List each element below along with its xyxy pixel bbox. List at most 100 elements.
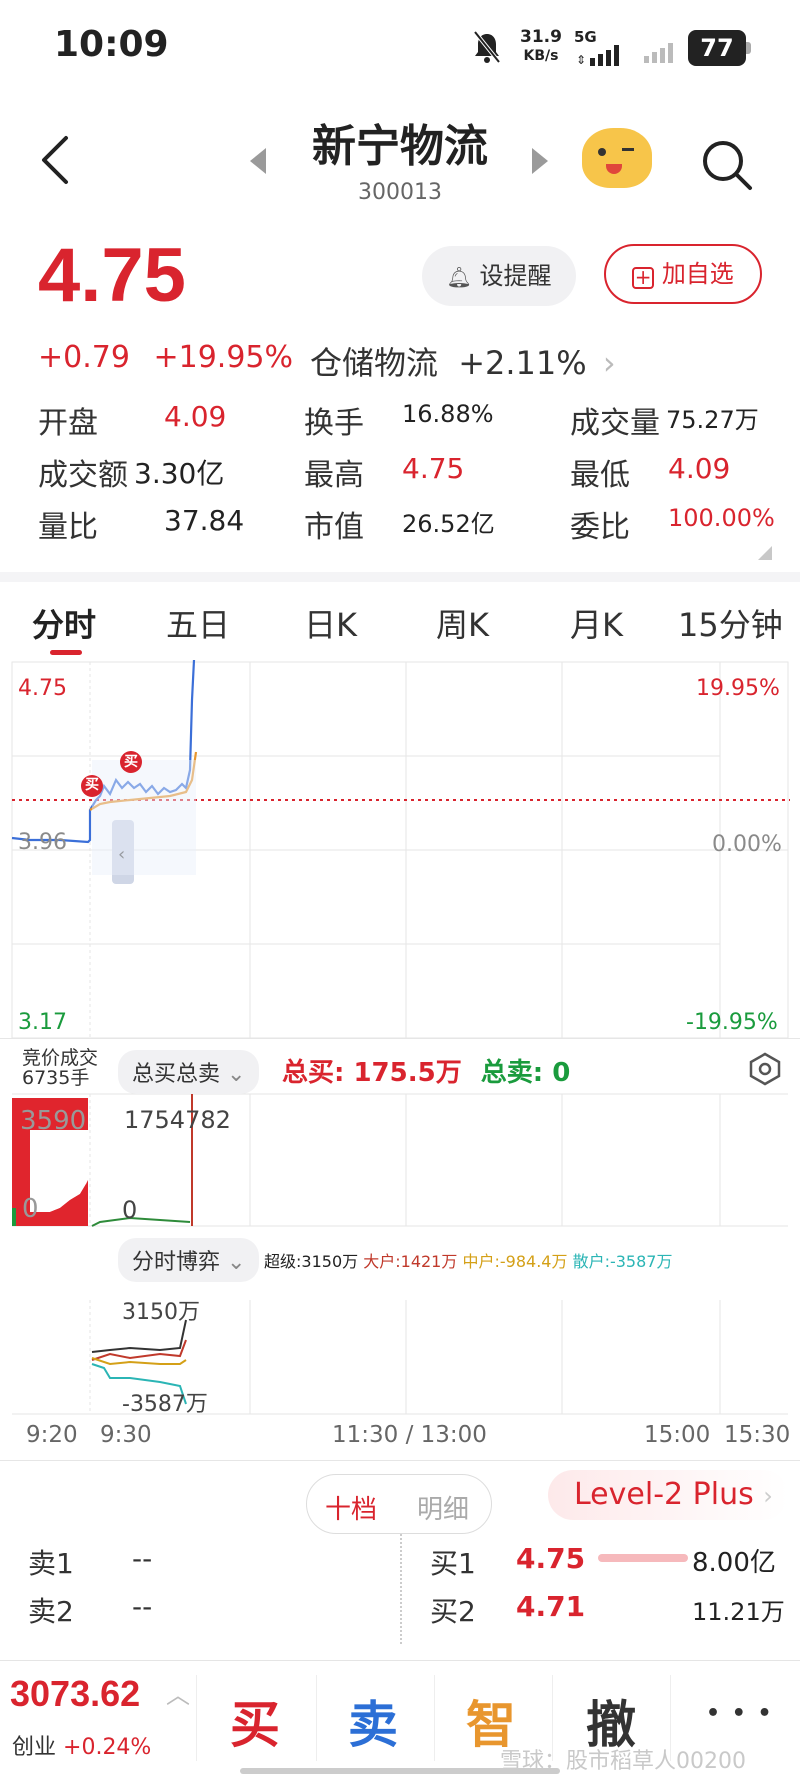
change-pct: +19.95%: [153, 340, 294, 375]
sector-link[interactable]: 仓储物流 +2.11% ›: [310, 338, 616, 384]
stat-label: 委比: [570, 510, 630, 545]
time-axis-1530: 15:30: [724, 1422, 791, 1448]
y-top-price: 4.75: [18, 676, 67, 701]
orderbook-divider: [400, 1534, 402, 1644]
sector-change: +2.11%: [458, 344, 587, 382]
index-name: 创业: [12, 1735, 57, 1760]
bid2-price: 4.71: [516, 1590, 586, 1623]
flow-large-label: 大户:: [363, 1252, 401, 1271]
flow-y-max: 3150万: [122, 1300, 200, 1325]
flow-y-min: -3587万: [122, 1392, 208, 1417]
auction-volume: 6735手: [22, 1067, 90, 1089]
next-stock-arrow-icon[interactable]: [530, 148, 550, 174]
stat-value: 75.27万: [666, 406, 759, 434]
plus-box-icon: +: [632, 267, 655, 289]
stat-label: 量比: [38, 510, 98, 545]
flow-legend: 超级:3150万 大户:1421万 中户:-984.4万 散户:-3587万: [264, 1248, 672, 1272]
stat-value: 4.09: [668, 452, 731, 485]
index-info: 创业 +0.24%: [12, 1729, 151, 1761]
signal-weak-icon: [644, 43, 673, 63]
tab-details[interactable]: 明细: [417, 1489, 469, 1526]
indicator-dropdown-total[interactable]: 总买总卖 ⌄: [118, 1050, 260, 1094]
y-bottom-pct: -19.95%: [686, 1010, 778, 1035]
bottom-trade-bar: 3073.62 ︿ 创业 +0.24% 买 卖 智 撤 • • • 雪球：股市稻…: [0, 1660, 800, 1778]
stat-label: 换手: [304, 406, 364, 441]
chevron-right-icon: ›: [602, 344, 616, 382]
time-axis-1130: 11:30 / 13:00: [332, 1422, 487, 1448]
stat-value: 26.52亿: [402, 510, 495, 538]
add-watchlist-button[interactable]: + 加自选: [604, 244, 762, 304]
sell-button[interactable]: 卖: [348, 1685, 398, 1757]
tab-intraday[interactable]: 分时: [32, 600, 96, 646]
status-time: 10:09: [54, 24, 169, 65]
flow-retail-label: 散户:: [572, 1252, 610, 1271]
total-buy-sell: 总买: 175.5万 总卖: 0: [282, 1052, 570, 1089]
level2-plus-button[interactable]: Level-2 Plus ›: [548, 1470, 788, 1520]
bell-icon: 🔔︎: [446, 265, 472, 289]
bar-divider: [316, 1675, 317, 1761]
tab-5day[interactable]: 五日: [166, 600, 230, 646]
tab-ten-levels[interactable]: 十档: [325, 1489, 377, 1526]
flow-mid-label: 中户:: [462, 1252, 500, 1271]
total-sell-label: 总卖:: [480, 1058, 544, 1088]
bar-divider: [434, 1675, 435, 1761]
current-price: 4.75: [38, 233, 186, 318]
home-indicator[interactable]: [240, 1768, 560, 1774]
y-top-pct: 19.95%: [696, 676, 780, 701]
search-icon[interactable]: [700, 138, 754, 192]
stat-label: 成交量: [570, 406, 660, 441]
index-value[interactable]: 3073.62: [10, 1673, 140, 1715]
mute-bell-icon: [473, 30, 501, 64]
active-tab-underline: [50, 650, 82, 655]
tab-15min[interactable]: 15分钟: [678, 600, 783, 646]
y-mid-price: 3.96: [18, 830, 67, 855]
period-tabs: 分时 五日 日K 周K 月K 15分钟: [0, 578, 800, 658]
bid1-label: 买1: [430, 1547, 476, 1580]
ask1-label: 卖1: [28, 1547, 74, 1580]
more-icon[interactable]: • • •: [706, 1701, 774, 1726]
battery-icon: 77: [688, 30, 746, 66]
stat-value: 4.09: [164, 400, 227, 433]
expand-corner-icon[interactable]: [758, 546, 772, 560]
chevron-up-icon[interactable]: ︿: [166, 1675, 190, 1710]
set-reminder-button[interactable]: 🔔︎ 设提醒: [422, 246, 576, 306]
auction-right-min: 0: [122, 1196, 138, 1224]
flow-super-value: 3150万: [301, 1252, 359, 1271]
total-sell-value: 0: [552, 1058, 571, 1088]
ask2-label: 卖2: [28, 1595, 74, 1628]
bid1-volume: 8.00亿: [692, 1548, 776, 1578]
stat-value: 3.30亿: [134, 457, 225, 490]
auction-left-max: 3590: [20, 1106, 87, 1136]
bid2-label: 买2: [430, 1595, 476, 1628]
time-axis-0930: 9:30: [100, 1422, 152, 1448]
tab-weekly-k[interactable]: 周K: [436, 600, 489, 646]
battery-tip: [746, 42, 751, 54]
flow-retail-value: -3587万: [609, 1252, 673, 1271]
status-bar: 10:09 31.9 KB/s 5G ⇕ 77: [0, 0, 800, 96]
buy-button[interactable]: 买: [230, 1685, 280, 1757]
set-reminder-label: 设提醒: [479, 262, 552, 290]
flow-mid-line: [91, 1357, 187, 1366]
stock-code: 300013: [358, 180, 442, 205]
divider: [0, 1038, 800, 1039]
tab-monthly-k[interactable]: 月K: [570, 600, 623, 646]
bid2-volume: 11.21万: [692, 1598, 785, 1626]
y-mid-pct: 0.00%: [712, 832, 782, 857]
bid1-price: 4.75: [516, 1542, 586, 1575]
mascot-icon[interactable]: [582, 128, 652, 188]
price-change: +0.79 +19.95%: [38, 340, 293, 375]
flow-mid-value: -984.4万: [499, 1252, 568, 1271]
net-speed-value: 31.9: [520, 27, 562, 47]
orderbook-tab-group: 十档 明细: [306, 1474, 492, 1534]
auction-info: 竞价成交 6735手: [22, 1048, 98, 1088]
ask1-price: --: [132, 1542, 153, 1575]
flow-dropdown-label: 分时博弈: [132, 1250, 221, 1275]
tab-daily-k[interactable]: 日K: [304, 600, 357, 646]
y-bottom-price: 3.17: [18, 1010, 67, 1035]
flow-dropdown[interactable]: 分时博弈 ⌄: [118, 1238, 260, 1282]
settings-hexagon-icon[interactable]: [748, 1052, 782, 1086]
stat-value: 4.75: [402, 452, 465, 485]
bid1-volume-bar: [598, 1554, 688, 1562]
stat-label: 市值: [304, 510, 364, 545]
auction-title: 竞价成交: [22, 1047, 99, 1069]
